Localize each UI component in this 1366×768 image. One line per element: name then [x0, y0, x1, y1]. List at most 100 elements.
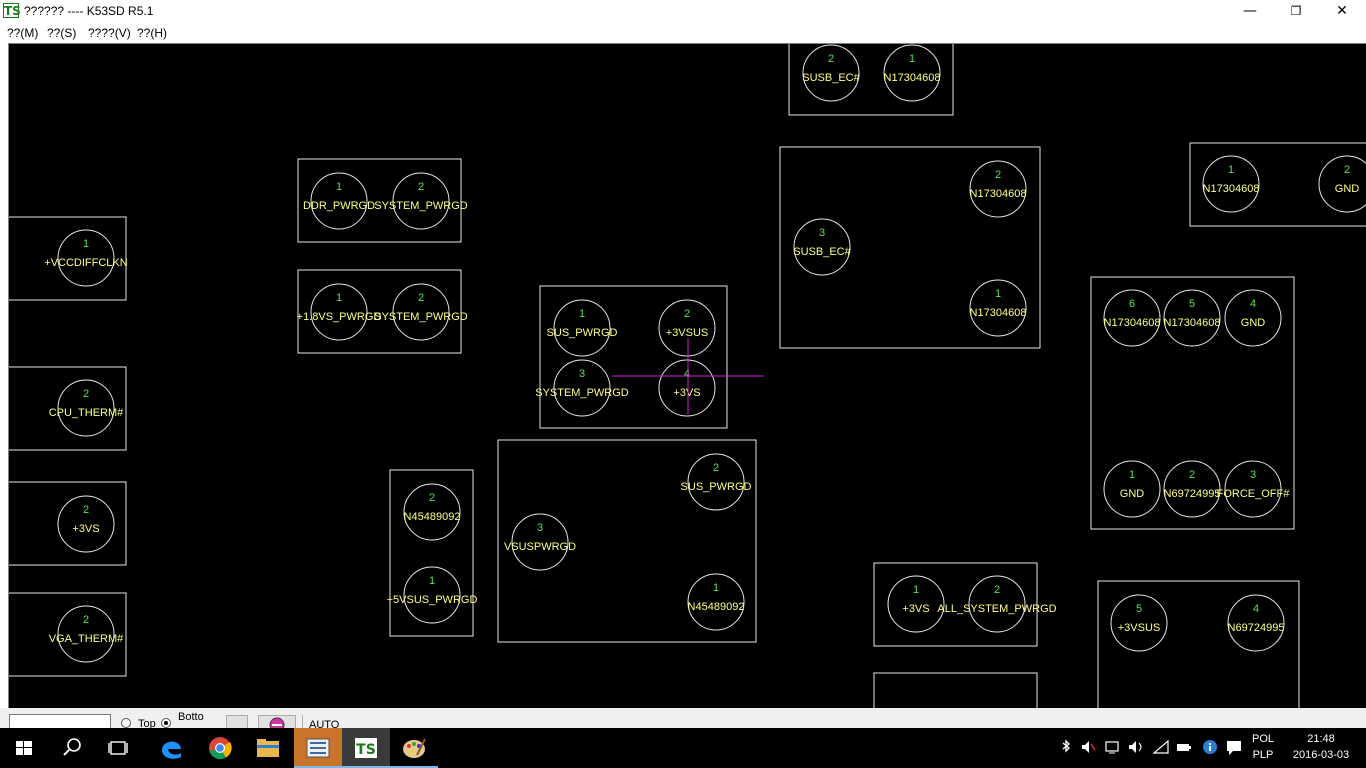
- component[interactable]: 1 +3VS 2 ALL_SYSTEM_PWRGD: [873, 562, 1057, 647]
- pin-number: 4: [684, 368, 690, 380]
- pin[interactable]: 2 SUSB_EC#: [802, 44, 861, 102]
- bottom-toolbar: Top Botto AUTO: [0, 708, 1366, 728]
- minimize-button[interactable]: —: [1227, 0, 1273, 22]
- pin[interactable]: 1 N45489092: [687, 573, 745, 631]
- pin[interactable]: 2 GND: [1318, 155, 1366, 213]
- taskbar-edge[interactable]: [148, 728, 196, 768]
- pin[interactable]: 3 SYSTEM_PWRGD: [535, 359, 629, 417]
- pin-number: 2: [1189, 469, 1195, 481]
- auto-button[interactable]: AUTO: [302, 715, 344, 728]
- pin[interactable]: 3 SUSB_EC#: [793, 218, 852, 276]
- task-view-button[interactable]: [96, 728, 144, 768]
- pin[interactable]: 1 +3VS: [887, 575, 945, 633]
- pin[interactable]: 2 N45489092: [403, 483, 461, 541]
- pin-number: 2: [994, 584, 1000, 596]
- taskbar-file-explorer[interactable]: [244, 728, 292, 768]
- component[interactable]: 2 SUS_PWRGD 3 VSUSPWRGD 1 N45489092: [497, 439, 757, 643]
- pin[interactable]: 4 N69724995: [1227, 594, 1285, 652]
- pin[interactable]: 2 N69724995: [1163, 460, 1221, 518]
- menu-item-h[interactable]: ??(H): [137, 26, 167, 40]
- net-name: +3VS: [673, 387, 700, 399]
- pin[interactable]: 4 +3VS: [658, 359, 716, 417]
- top-side-label: Top: [138, 718, 156, 728]
- pin[interactable]: 2 ALL_SYSTEM_PWRGD: [937, 575, 1057, 633]
- no-entry-button[interactable]: [258, 715, 296, 728]
- pin-number: 2: [83, 504, 89, 516]
- top-side-radio[interactable]: [121, 718, 131, 728]
- component[interactable]: 2 VGA_THERM#: [9, 592, 127, 677]
- pin-number: 1: [1129, 469, 1135, 481]
- pin[interactable]: 1 DDR_PWRGD: [303, 172, 375, 230]
- taskbar-list-app[interactable]: [294, 728, 342, 768]
- pin-number: 1: [336, 292, 342, 304]
- component[interactable]: 1 +1.8VS_PWRGD 2 SYSTEM_PWRGD: [297, 269, 468, 354]
- system-tray-icons[interactable]: [1058, 738, 1228, 758]
- pin-number: 4: [1250, 298, 1256, 310]
- pin[interactable]: 6 N17304608: [1103, 289, 1161, 347]
- pin-number: 2: [83, 614, 89, 626]
- language-indicator-bottom[interactable]: PLP: [1246, 749, 1280, 761]
- pin[interactable]: 2 +3VS: [57, 495, 115, 553]
- pin-number: 2: [828, 53, 834, 65]
- close-button[interactable]: ✕: [1319, 0, 1365, 22]
- component[interactable]: 1 SUS_PWRGD 2 +3VSUS 3 SYSTEM_PWRGD 4 +3VS: [535, 285, 728, 429]
- pin[interactable]: 1 SUS_PWRGD: [547, 299, 618, 357]
- bottom-side-radio[interactable]: [161, 718, 171, 728]
- language-indicator-top[interactable]: POL: [1246, 733, 1280, 745]
- board-view-canvas[interactable]: 2 SUSB_EC# 1 N17304608 1 DDR_PWRGD 2 SYSTEM_PWR…: [8, 43, 1366, 708]
- component[interactable]: 2 N45489092 1 +5VSUS_PWRGD: [387, 469, 478, 637]
- pin-number: 2: [713, 462, 719, 474]
- board-drawing[interactable]: 2 SUSB_EC# 1 N17304608 1 DDR_PWRGD 2 SYSTEM_PWR…: [9, 44, 1366, 708]
- toolbar-blank-button[interactable]: [226, 715, 248, 728]
- action-center-icon[interactable]: [1224, 738, 1244, 758]
- component[interactable]: 2 SUSB_EC# 1 N17304608: [788, 44, 954, 116]
- component[interactable]: [873, 672, 1038, 708]
- component[interactable]: 5 +3VSUS 4 N69724995: [1097, 580, 1300, 708]
- menu-item-m[interactable]: ??(M): [7, 26, 38, 40]
- menu-item-s[interactable]: ??(S): [47, 26, 76, 40]
- pin[interactable]: 3 FORCE_OFF#: [1217, 460, 1291, 518]
- maximize-button[interactable]: ❐: [1273, 0, 1319, 22]
- pin[interactable]: 2 SYSTEM_PWRGD: [374, 172, 468, 230]
- pin[interactable]: 4 GND: [1224, 289, 1282, 347]
- taskbar-chrome[interactable]: [196, 728, 244, 768]
- component[interactable]: 1 N17304608 2 GND: [1189, 142, 1366, 227]
- component[interactable]: 2 +3VS: [9, 481, 127, 566]
- pin-number: 2: [1344, 164, 1350, 176]
- pin[interactable]: 2 N17304608: [969, 160, 1027, 218]
- taskbar-ts-app[interactable]: TS: [342, 728, 390, 768]
- pin[interactable]: 2 SUS_PWRGD: [681, 453, 752, 511]
- pin[interactable]: 1 +5VSUS_PWRGD: [387, 566, 478, 624]
- net-name: +1.8VS_PWRGD: [297, 311, 382, 323]
- bluetooth-icon: [1062, 739, 1070, 753]
- net-name: +3VS: [902, 603, 929, 615]
- component[interactable]: 6 N17304608 5 N17304608 4 GND 1 GND 2 N69724995 3 F…: [1090, 276, 1295, 530]
- clock-date[interactable]: 2016-03-03: [1286, 749, 1356, 761]
- start-button[interactable]: [0, 728, 48, 768]
- pin[interactable]: 1 +1.8VS_PWRGD: [297, 283, 382, 341]
- pin[interactable]: 1 N17304608: [883, 44, 941, 102]
- clock-time[interactable]: 21:48: [1286, 733, 1356, 745]
- pin[interactable]: 2 SYSTEM_PWRGD: [374, 283, 468, 341]
- search-button[interactable]: [48, 728, 96, 768]
- pin[interactable]: 3 VSUSPWRGD: [504, 513, 576, 571]
- component[interactable]: 1 DDR_PWRGD 2 SYSTEM_PWRGD: [297, 158, 468, 243]
- taskbar-paint[interactable]: [390, 728, 438, 768]
- component[interactable]: 1 +VCCDIFFCLKN: [9, 216, 128, 301]
- pin[interactable]: 1 N17304608: [1202, 155, 1260, 213]
- net-name: VSUSPWRGD: [504, 541, 576, 553]
- search-input[interactable]: [9, 714, 111, 728]
- pin[interactable]: 5 N17304608: [1163, 289, 1221, 347]
- pin[interactable]: 5 +3VSUS: [1110, 594, 1168, 652]
- pin[interactable]: 2 CPU_THERM#: [49, 379, 124, 437]
- component[interactable]: 2 CPU_THERM#: [9, 366, 127, 451]
- pin[interactable]: 2 +3VSUS: [658, 299, 716, 357]
- pin[interactable]: 1 +VCCDIFFCLKN: [44, 229, 128, 287]
- pin[interactable]: 1 N17304608: [969, 279, 1027, 337]
- pin[interactable]: 1 GND: [1103, 460, 1161, 518]
- component[interactable]: 2 N17304608 3 SUSB_EC# 1 N17304608: [779, 146, 1041, 349]
- net-name: N69724995: [1228, 622, 1285, 634]
- pin[interactable]: 2 VGA_THERM#: [49, 605, 124, 663]
- net-name: N45489092: [404, 511, 461, 523]
- menu-item-v[interactable]: ????(V): [88, 26, 131, 40]
